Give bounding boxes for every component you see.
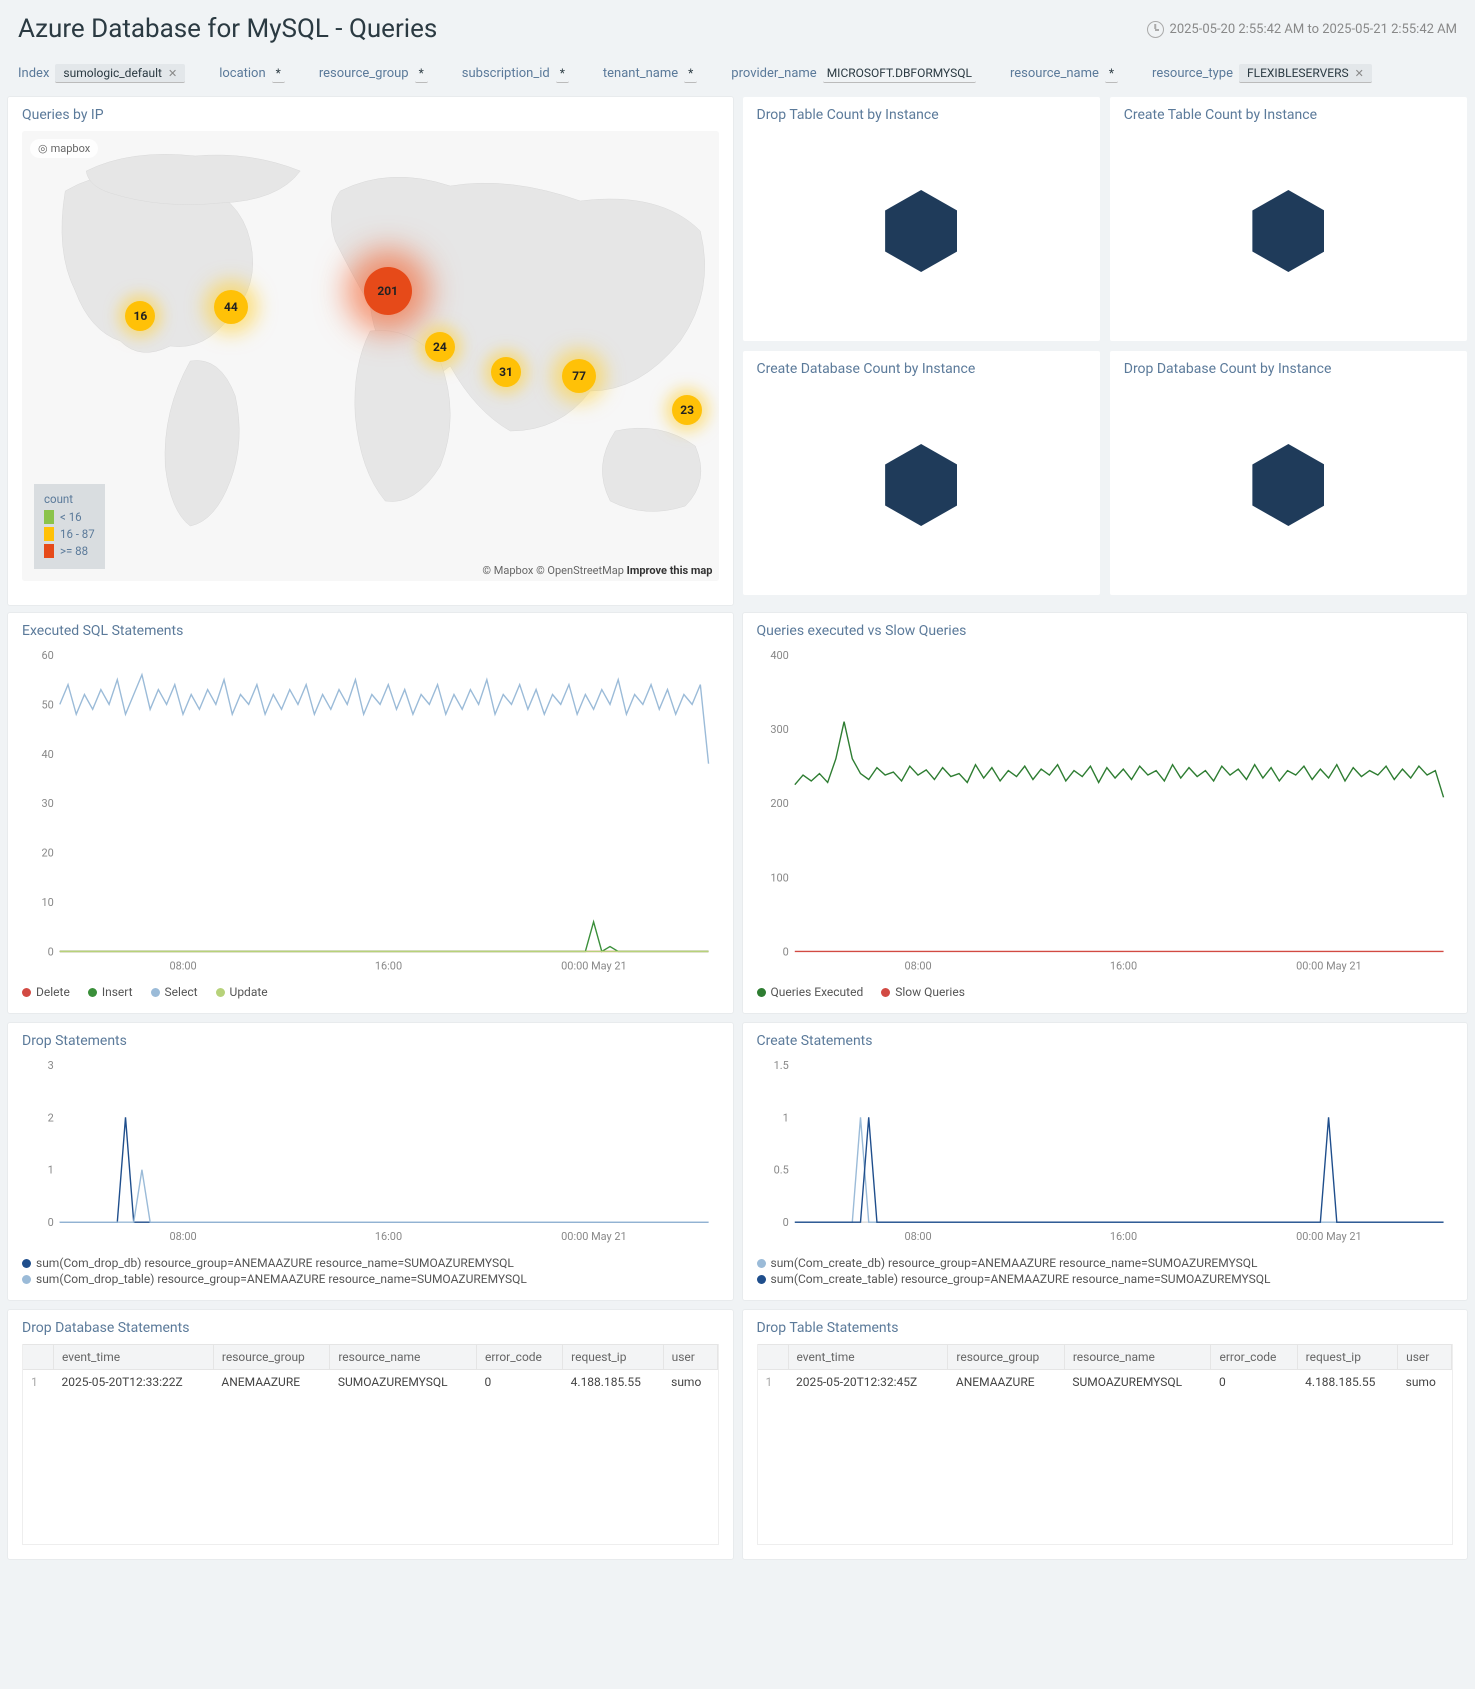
panel-create-db-count: Create Database Count by Instance <box>743 351 1100 595</box>
chart-create-stmts[interactable]: 0 0.5 1 1.5 08:00 16:00 00:00 May 21 <box>757 1057 1454 1246</box>
panel-queries-by-ip: Queries by IP ◎ mapbox 16 44 201 24 31 77 23 c… <box>8 97 733 605</box>
chart-drop-stmts[interactable]: 0 1 2 3 08:00 16:00 00:00 May 21 <box>22 1057 719 1246</box>
hexagon-indicator[interactable] <box>1252 190 1324 272</box>
panel-drop-statements: Drop Statements 012308:0016:0000:00 May … <box>8 1023 733 1300</box>
close-icon[interactable]: ✕ <box>168 67 177 80</box>
filter-resource-name[interactable]: resource_name * <box>1010 64 1118 83</box>
svg-text:40: 40 <box>42 748 54 761</box>
panel-drop-db-statements: Drop Database Statements event_timeresou… <box>8 1310 733 1559</box>
filter-index[interactable]: Index sumologic_default✕ <box>18 64 185 83</box>
svg-text:1.5: 1.5 <box>773 1059 788 1072</box>
svg-text:1: 1 <box>782 1112 788 1125</box>
time-range[interactable]: 2025-05-20 2:55:42 AM to 2025-05-21 2:55… <box>1147 21 1457 38</box>
map-cluster[interactable]: 201 <box>364 267 412 315</box>
svg-text:16:00: 16:00 <box>375 1230 402 1243</box>
hexagon-indicator[interactable] <box>885 190 957 272</box>
chart-legend: sum(Com_drop_db) resource_group=ANEMAAZU… <box>22 1256 719 1286</box>
table-row[interactable]: 12025-05-20T12:33:22ZANEMAAZURESUMOAZURE… <box>23 1370 717 1395</box>
chart-legend: DeleteInsertSelectUpdate <box>22 985 719 999</box>
hexagon-indicator[interactable] <box>1252 444 1324 526</box>
world-map[interactable]: ◎ mapbox 16 44 201 24 31 77 23 count < 1616 - … <box>22 131 719 581</box>
svg-text:100: 100 <box>770 871 788 884</box>
map-cluster[interactable]: 16 <box>125 301 155 331</box>
table-drop-table[interactable]: event_timeresource_groupresource_nameerr… <box>758 1344 1453 1394</box>
svg-text:300: 300 <box>770 723 788 736</box>
svg-text:0: 0 <box>48 945 54 958</box>
svg-text:0: 0 <box>782 945 788 958</box>
map-cluster[interactable]: 31 <box>491 357 521 387</box>
panel-drop-table-count: Drop Table Count by Instance <box>743 97 1100 341</box>
filter-provider-name[interactable]: provider_name MICROSOFT.DBFORMYSQL <box>731 64 976 83</box>
svg-text:10: 10 <box>42 896 54 909</box>
map-attribution: © Mapbox © OpenStreetMap Improve this ma… <box>482 564 712 577</box>
svg-text:08:00: 08:00 <box>169 959 196 972</box>
svg-text:200: 200 <box>770 797 788 810</box>
svg-text:3: 3 <box>48 1059 54 1072</box>
svg-text:0.5: 0.5 <box>773 1164 788 1177</box>
chart-legend: sum(Com_create_db) resource_group=ANEMAA… <box>757 1256 1454 1286</box>
panel-queries-vs-slow: Queries executed vs Slow Queries 0100200… <box>743 613 1468 1013</box>
map-cluster[interactable]: 77 <box>562 359 596 393</box>
svg-text:50: 50 <box>42 698 54 711</box>
svg-text:30: 30 <box>42 797 54 810</box>
svg-text:2: 2 <box>48 1112 54 1125</box>
panel-create-table-count: Create Table Count by Instance <box>1110 97 1467 341</box>
panel-create-statements: Create Statements 00.511.508:0016:0000:0… <box>743 1023 1468 1300</box>
svg-text:16:00: 16:00 <box>1109 959 1136 972</box>
svg-text:400: 400 <box>770 649 788 662</box>
filter-location[interactable]: location * <box>219 64 285 83</box>
svg-text:00:00 May 21: 00:00 May 21 <box>1296 959 1362 972</box>
svg-text:0: 0 <box>782 1216 788 1229</box>
filter-bar: Index sumologic_default✕ location * reso… <box>0 58 1475 97</box>
svg-text:08:00: 08:00 <box>904 959 931 972</box>
clock-icon <box>1147 21 1164 38</box>
filter-tenant-name[interactable]: tenant_name * <box>603 64 697 83</box>
table-row[interactable]: 12025-05-20T12:32:45ZANEMAAZURESUMOAZURE… <box>758 1370 1452 1395</box>
panel-executed-sql: Executed SQL Statements 010203040506008:… <box>8 613 733 1013</box>
svg-text:16:00: 16:00 <box>375 959 402 972</box>
panel-drop-db-count: Drop Database Count by Instance <box>1110 351 1467 595</box>
time-range-text: 2025-05-20 2:55:42 AM to 2025-05-21 2:55… <box>1170 22 1457 37</box>
improve-map-link[interactable]: Improve this map <box>627 564 713 577</box>
mapbox-logo: ◎ mapbox <box>30 139 98 158</box>
chart-executed-sql[interactable]: 0 10 20 30 40 50 60 08:00 16:00 00:00 May 21 <box>22 647 719 975</box>
map-legend: count < 1616 - 87>= 88 <box>34 484 105 569</box>
map-cluster[interactable]: 24 <box>425 332 455 362</box>
svg-text:00:00 May 21: 00:00 May 21 <box>561 959 627 972</box>
page-title: Azure Database for MySQL - Queries <box>18 14 437 44</box>
map-cluster[interactable]: 23 <box>672 395 702 425</box>
svg-text:0: 0 <box>48 1216 54 1229</box>
svg-text:00:00 May 21: 00:00 May 21 <box>561 1230 627 1243</box>
hexagon-indicator[interactable] <box>885 444 957 526</box>
svg-text:08:00: 08:00 <box>169 1230 196 1243</box>
panel-drop-table-statements: Drop Table Statements event_timeresource… <box>743 1310 1468 1559</box>
map-cluster[interactable]: 44 <box>214 290 248 324</box>
svg-text:16:00: 16:00 <box>1109 1230 1136 1243</box>
filter-resource-type[interactable]: resource_type FLEXIBLESERVERS✕ <box>1152 64 1372 83</box>
close-icon[interactable]: ✕ <box>1355 67 1364 80</box>
svg-text:60: 60 <box>42 649 54 662</box>
filter-resource-group[interactable]: resource_group * <box>319 64 428 83</box>
table-drop-db[interactable]: event_timeresource_groupresource_nameerr… <box>23 1344 718 1394</box>
svg-text:1: 1 <box>48 1164 54 1177</box>
svg-text:00:00 May 21: 00:00 May 21 <box>1296 1230 1362 1243</box>
chart-queries-vs-slow[interactable]: 0 100 200 300 400 08:00 16:00 00:00 May 21 <box>757 647 1454 975</box>
svg-text:20: 20 <box>42 847 54 860</box>
chart-legend: Queries ExecutedSlow Queries <box>757 985 1454 999</box>
svg-text:08:00: 08:00 <box>904 1230 931 1243</box>
filter-subscription-id[interactable]: subscription_id * <box>462 64 569 83</box>
header: Azure Database for MySQL - Queries 2025-… <box>0 0 1475 58</box>
panel-title: Queries by IP <box>22 107 719 123</box>
